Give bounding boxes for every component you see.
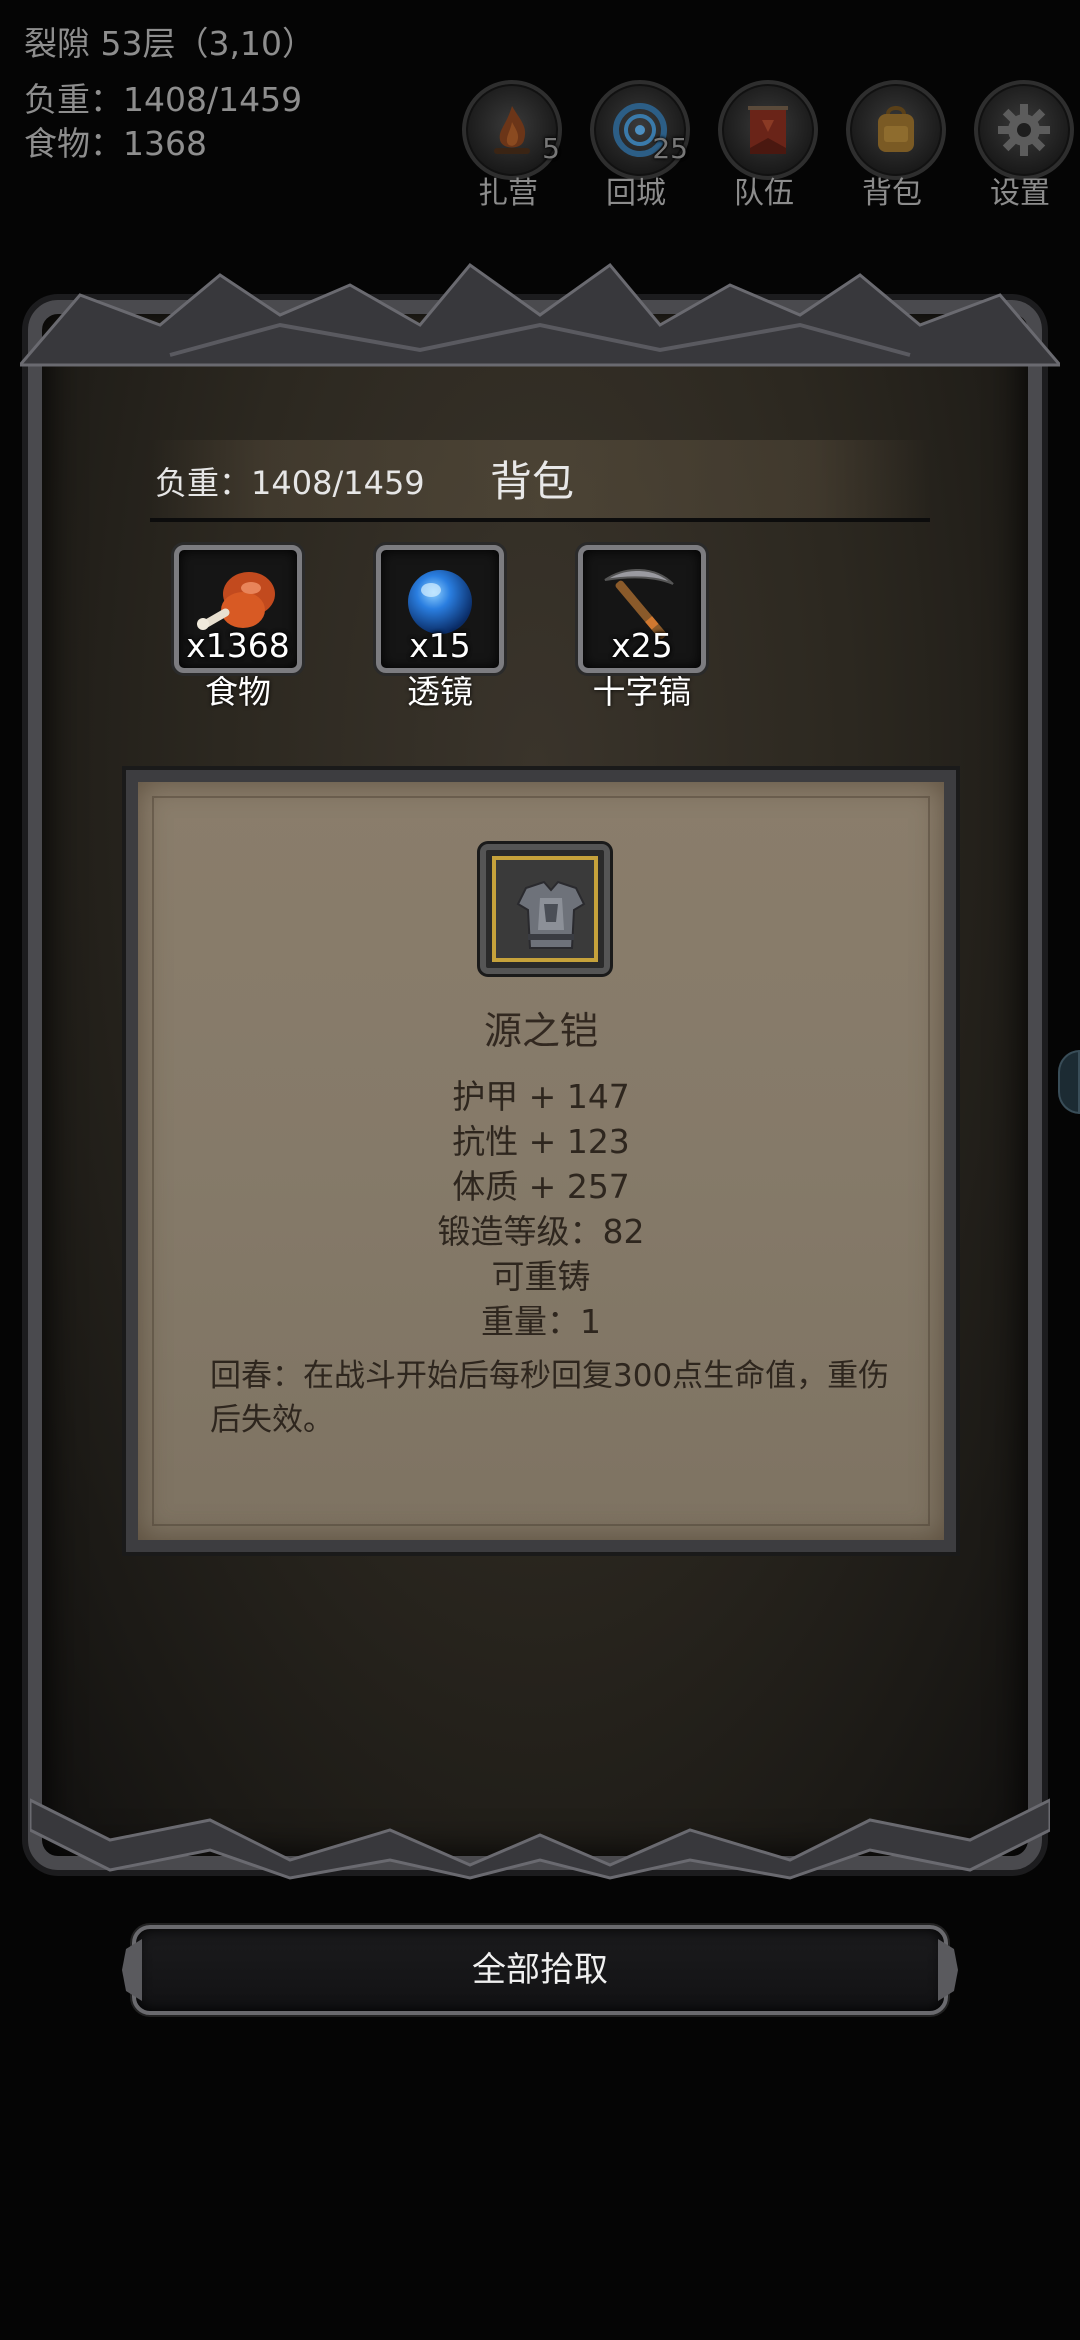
stat-reforgeable: 可重铸 — [491, 1257, 591, 1296]
side-scroll-handle[interactable] — [1058, 1050, 1080, 1114]
pickup-all-label: 全部拾取 — [472, 1950, 608, 1990]
status-panel: 裂隙 53层（3,10） 负重：1408/1459 食物：1368 — [24, 22, 315, 166]
panel-bottom-ornament — [30, 1798, 1050, 1880]
item-detail-card: 源之铠 护甲 + 147 抗性 + 123 体质 + 257 锻造等级：82 可… — [126, 770, 956, 1552]
campfire-icon — [494, 106, 530, 154]
pickup-all-button[interactable]: 全部拾取 — [122, 1925, 958, 2015]
panel-title: 背包 — [490, 457, 575, 506]
top-menu: 5 扎营 25 回城 队伍 背包 设置 — [452, 80, 1074, 211]
menu-return-town-button[interactable]: 25 回城 — [580, 80, 690, 211]
stat-weight: 重量：1 — [481, 1302, 601, 1341]
camp-badge: 5 — [542, 132, 560, 165]
panel-top-ornament — [20, 262, 1060, 367]
return-town-label: 回城 — [606, 176, 666, 211]
backpack-icon — [878, 106, 914, 152]
gear-icon — [998, 104, 1050, 156]
pickaxe-slot-count: x25 — [611, 626, 673, 665]
item-stats: 护甲 + 147 抗性 + 123 体质 + 257 锻造等级：82 可重铸 重… — [138, 1074, 944, 1344]
floor-location: 裂隙 53层（3,10） — [24, 24, 315, 63]
food-slot-count: x1368 — [186, 626, 290, 665]
menu-team-button[interactable]: 队伍 — [708, 80, 818, 211]
inventory-slot-food[interactable]: x1368 食物 — [173, 545, 303, 713]
food-count: 食物：1368 — [24, 124, 207, 163]
stat-armor: 护甲 + 147 — [452, 1077, 630, 1116]
settings-label: 设置 — [990, 176, 1050, 211]
team-label: 队伍 — [734, 176, 794, 211]
item-name: 源之铠 — [483, 1009, 598, 1053]
stat-forge-level: 锻造等级：82 — [437, 1212, 645, 1251]
item-description: 回春：在战斗开始后每秒回复300点生命值，重伤后失效。 — [210, 1358, 890, 1438]
return-town-badge: 25 — [652, 132, 688, 165]
banner-icon — [748, 106, 788, 154]
backpack-label: 背包 — [862, 176, 922, 211]
stat-resistance: 抗性 + 123 — [452, 1122, 630, 1161]
stat-constitution: 体质 + 257 — [452, 1167, 630, 1206]
menu-settings-button[interactable]: 设置 — [964, 80, 1074, 211]
menu-backpack-button[interactable]: 背包 — [836, 80, 946, 211]
inventory-slot-lens[interactable]: x15 透镜 — [375, 545, 505, 713]
camp-label: 扎营 — [478, 176, 538, 211]
carry-weight: 负重：1408/1459 — [24, 80, 303, 119]
item-icon-frame — [480, 844, 610, 974]
inventory-slot-pickaxe[interactable]: x25 十字镐 — [577, 545, 707, 713]
armor-icon — [516, 880, 586, 949]
lens-slot-count: x15 — [409, 626, 471, 665]
menu-camp-button[interactable]: 5 扎营 — [452, 80, 562, 211]
panel-weight: 负重：1408/1459 — [155, 464, 425, 502]
